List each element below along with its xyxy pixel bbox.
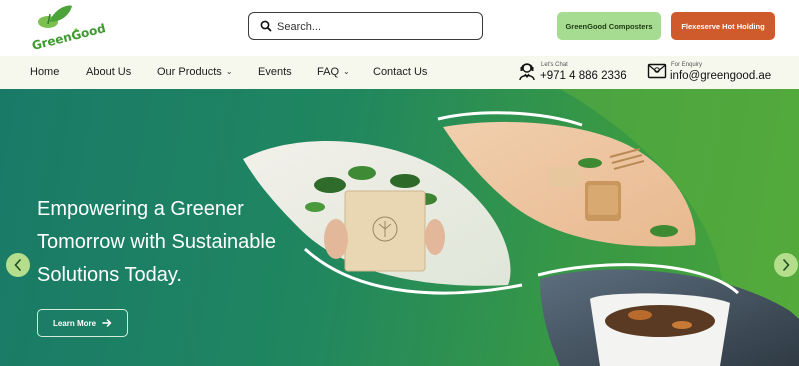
nav-contact-us-label: Contact Us (373, 66, 428, 78)
nav-our-products[interactable]: Our Products ⌄ (157, 66, 233, 78)
nav-faq[interactable]: FAQ ⌄ (317, 66, 350, 78)
nav-events[interactable]: Events (258, 66, 292, 78)
enquiry-label: For Enquiry (671, 62, 703, 68)
chevron-left-icon (14, 259, 21, 271)
hero-headline-line-1: Empowering a Greener (37, 198, 244, 220)
hero-headline-line-3: Solutions Today. (37, 264, 182, 286)
nav-about-us-label: About Us (86, 66, 132, 78)
learn-more-button[interactable]: Learn More (37, 309, 128, 337)
search-box[interactable] (248, 12, 483, 40)
arrow-right-icon (102, 319, 112, 327)
nav-events-label: Events (258, 66, 292, 78)
chevron-down-icon: ⌄ (343, 66, 350, 76)
carousel-next-button[interactable] (774, 253, 798, 277)
nav-home-label: Home (30, 66, 60, 78)
nav-faq-label: FAQ (317, 66, 340, 78)
mail-icon (647, 63, 667, 79)
support-agent-icon (519, 63, 535, 81)
search-icon (260, 20, 272, 32)
nav-our-products-label: Our Products (157, 66, 222, 78)
hero-headline-line-2: Tomorrow with Sustainable (37, 231, 276, 253)
carousel-prev-button[interactable] (6, 253, 30, 277)
nav-home[interactable]: Home (30, 66, 59, 78)
nav-contact-us[interactable]: Contact Us (373, 66, 427, 78)
email-address[interactable]: info@greengood.ae (670, 70, 771, 82)
search-input[interactable] (275, 17, 479, 37)
chevron-down-icon: ⌄ (225, 66, 233, 76)
chat-label: Let's Chat (541, 62, 568, 68)
flexeserve-hot-holding-button[interactable]: Flexeserve Hot Holding (671, 12, 775, 40)
hero-headline: Empowering a Greener Tomorrow with Susta… (37, 193, 337, 292)
phone-number[interactable]: +971 4 886 2336 (540, 70, 627, 82)
learn-more-label: Learn More (52, 318, 97, 328)
greengood-composters-button[interactable]: GreenGood Composters (557, 12, 661, 40)
chevron-right-icon (783, 259, 790, 271)
hero-banner: Empowering a Greener Tomorrow with Susta… (0, 89, 799, 366)
nav-about-us[interactable]: About Us (86, 66, 131, 78)
